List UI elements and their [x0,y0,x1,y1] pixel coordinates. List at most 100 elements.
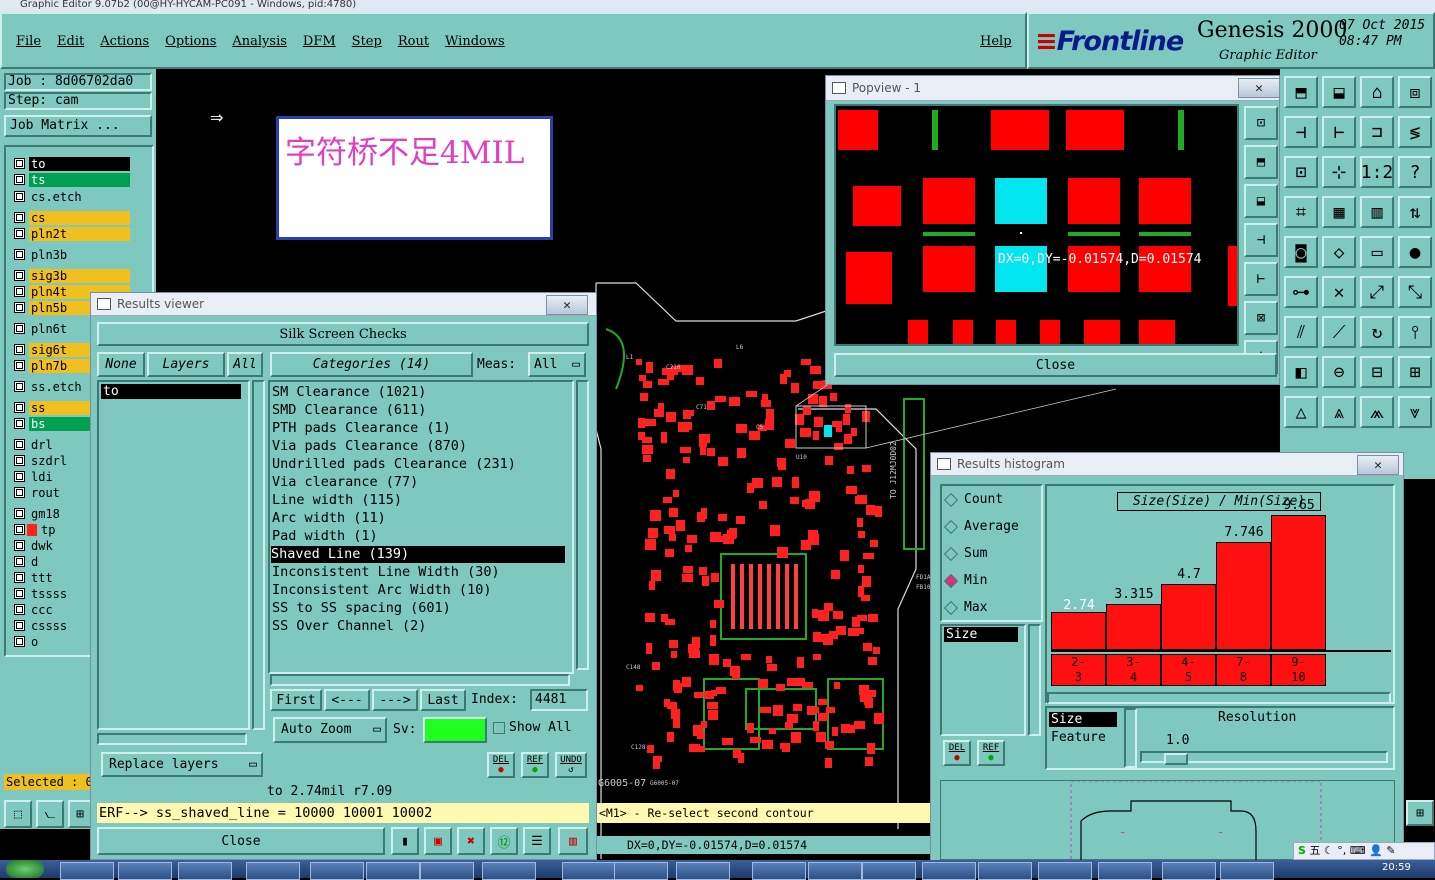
layer-list-hscroll[interactable] [97,733,247,745]
toolbar-tool-icon[interactable]: ⊡ [1284,156,1318,188]
taskbar-app-button[interactable] [482,862,536,880]
replace-layers-dropdown[interactable]: Replace layers ▭ [101,752,263,777]
category-item[interactable]: Shaved Line (139) [271,546,565,563]
toolbar-tool-icon[interactable]: ⬒ [1284,76,1318,108]
category-item[interactable]: SS to SS spacing (601) [272,600,451,617]
popview-tool-icon[interactable]: ⊣ [1244,223,1278,257]
resolution-slider-thumb[interactable] [1164,753,1188,765]
taskbar-app-button[interactable] [1038,862,1092,880]
size-feature-scroll[interactable] [1124,708,1137,768]
toolbar-tool-icon[interactable]: ⊶ [1284,276,1318,308]
clear-icon[interactable]: ✖ [457,827,485,855]
popview-close-x[interactable]: ✕ [1238,78,1280,98]
toolbar-tool-icon[interactable]: ⩔ [1398,396,1432,428]
taskbar-app-button[interactable] [752,862,806,880]
ref-button[interactable]: REF ● [521,752,549,778]
layer-checkbox[interactable] [14,381,25,392]
layer-checkbox[interactable] [14,344,25,355]
measure-tool-icon[interactable]: ⦦ [36,800,64,828]
toolbar-tool-icon[interactable]: ⊞ [1398,356,1432,388]
toolbar-tool-icon[interactable]: ⌗ [1284,196,1318,228]
layer-checkbox[interactable] [14,455,25,466]
layer-checkbox[interactable] [14,471,25,482]
histogram-hscroll[interactable] [1047,692,1391,704]
job-matrix-button[interactable]: Job Matrix ... [4,115,152,137]
first-button[interactable]: First [270,689,322,711]
category-item[interactable]: SMD Clearance (611) [272,402,426,419]
popview-tool-icon[interactable]: ⊡ [1244,106,1278,140]
show-all-checkbox[interactable] [493,722,505,734]
menu-options[interactable]: Options [165,34,216,49]
layer-checkbox[interactable] [14,286,25,297]
layer-checkbox[interactable] [14,636,25,647]
menu-windows[interactable]: Windows [445,34,505,49]
layer-row-ts[interactable]: ts [14,172,130,187]
category-item[interactable]: Pad width (1) [272,528,378,545]
taskbar-app-button[interactable] [420,862,474,880]
option-count[interactable]: Count [943,492,1003,507]
layer-checkbox[interactable] [14,604,25,615]
sv-color-selector[interactable] [423,717,487,743]
toolbar-tool-icon[interactable]: ⊢ [1322,116,1356,148]
taskbar-app-button[interactable] [1220,862,1274,880]
menu-rout[interactable]: Rout [398,34,429,49]
taskbar-app-button[interactable] [118,862,172,880]
histogram-bar[interactable] [1271,515,1326,650]
category-item[interactable]: PTH pads Clearance (1) [272,420,451,437]
option-sum[interactable]: Sum [943,546,987,561]
layer-checkbox[interactable] [14,524,25,535]
layer-checkbox[interactable] [14,360,25,371]
radio-diamond-icon[interactable] [943,546,959,561]
toolbar-tool-icon[interactable]: ⟋ [1322,316,1356,348]
layer-checkbox[interactable] [14,508,25,519]
toolbar-tool-icon[interactable]: ⤢ [1360,276,1394,308]
taskbar-app-button[interactable] [562,862,616,880]
toolbar-tool-icon[interactable]: ⬓ [1322,76,1356,108]
toolbar-tool-icon[interactable]: ⫯ [1398,316,1432,348]
toolbar-tool-icon[interactable]: ? [1398,156,1432,188]
taskbar-app-button[interactable] [60,862,114,880]
popview-tool-icon[interactable]: ⬓ [1244,184,1278,218]
bottom-right-tool-1[interactable]: ⊞ [1406,800,1434,826]
taskbar-app-button[interactable] [808,862,862,880]
report-icon[interactable]: ▮ [391,827,419,855]
popview-close-button[interactable]: Close [834,353,1277,377]
radio-diamond-icon[interactable] [943,519,959,534]
meas-dropdown[interactable]: All ▭ [528,352,586,377]
category-item[interactable]: Line width (115) [272,492,402,509]
layer-checkbox[interactable] [14,439,25,450]
toolbar-tool-icon[interactable]: ▥ [1360,196,1394,228]
layer-row-pln3b[interactable]: pln3b [14,247,130,262]
layer-result-item[interactable]: to [101,384,241,399]
toolbar-tool-icon[interactable]: ✕ [1322,276,1356,308]
toolbar-tool-icon[interactable]: ⩓ [1322,396,1356,428]
popview-tool-icon[interactable]: ⊠ [1244,301,1278,335]
popview-tool-icon[interactable]: ⬒ [1244,145,1278,179]
toolbar-tool-icon[interactable]: ● [1398,236,1432,268]
taskbar-app-button[interactable] [1162,862,1216,880]
all-button[interactable]: All [227,352,263,377]
toolbar-tool-icon[interactable]: ⊣ [1284,116,1318,148]
toolbar-tool-icon[interactable]: ⇅ [1398,196,1432,228]
layer-checkbox[interactable] [14,191,25,202]
menu-edit[interactable]: Edit [57,34,84,49]
grid-tool-icon[interactable]: ⊞ [68,800,92,828]
taskbar-app-button[interactable] [978,862,1032,880]
layer-checkbox[interactable] [14,572,25,583]
notes-icon[interactable]: ☰ [523,827,551,855]
layer-checkbox[interactable] [14,228,25,239]
toolbar-tool-icon[interactable]: △ [1284,396,1318,428]
histogram-icon[interactable]: ▥ [558,827,588,855]
toolbar-tool-icon[interactable]: ⊐ [1360,116,1394,148]
help-menu[interactable]: Help [980,34,1012,49]
start-button[interactable] [6,860,44,878]
toolbar-tool-icon[interactable]: ⩕ [1360,396,1394,428]
layer-checkbox[interactable] [14,418,25,429]
layer-checkbox[interactable] [14,487,25,498]
taskbar-app-button[interactable] [246,862,300,880]
option-min[interactable]: Min [943,573,987,588]
toolbar-tool-icon[interactable]: ◧ [1284,356,1318,388]
taskbar-app-button[interactable] [310,862,364,880]
layer-row-sig3b[interactable]: sig3b [14,268,130,283]
toolbar-tool-icon[interactable]: ⫽ [1284,316,1318,348]
